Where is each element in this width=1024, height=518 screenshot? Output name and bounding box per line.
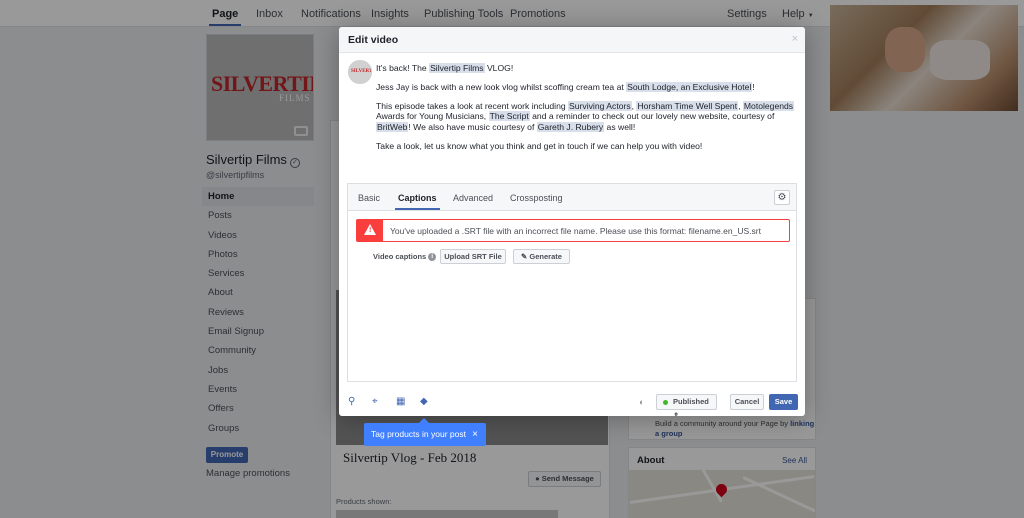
mention-tag[interactable]: Horsham Time Well Spent — [636, 100, 739, 111]
mention-tag[interactable]: The Script — [488, 111, 530, 122]
generate-button[interactable]: ✎ Generate — [513, 249, 570, 264]
save-button[interactable]: Save — [769, 394, 798, 410]
mention-tag[interactable]: BritWeb — [376, 122, 409, 133]
calendar-icon[interactable]: ▦ — [396, 396, 405, 407]
tab-crossposting[interactable]: Crossposting — [510, 193, 563, 203]
settings-tabs: Basic Captions Advanced Crossposting ⚙ — [348, 184, 796, 211]
shopping-bag-icon[interactable]: ◆ — [420, 396, 428, 407]
info-icon[interactable]: i — [428, 253, 437, 262]
cancel-button[interactable]: Cancel — [730, 394, 764, 410]
page-avatar: SILVERTIP — [348, 60, 372, 84]
tooltip-arrow — [419, 418, 429, 423]
gear-icon[interactable]: ⚙ — [774, 190, 790, 205]
mention-tag[interactable]: Motolegends — [742, 100, 795, 111]
publish-status-select[interactable]: Published ⇕ — [656, 394, 717, 416]
generate-label: Generate — [529, 252, 562, 261]
upload-srt-button[interactable]: Upload SRT File — [440, 249, 506, 264]
dialog-title: Edit video — [348, 34, 399, 46]
srt-error-banner: ! You've uploaded a .SRT file with an in… — [356, 219, 790, 242]
tab-advanced[interactable]: Advanced — [453, 193, 493, 203]
mention-tag[interactable]: South Lodge, an Exclusive Hotel — [626, 81, 753, 92]
post-text-editor[interactable]: It's back! The Silvertip Films VLOG! Jes… — [376, 63, 796, 160]
tooltip-text: Tag products in your post — [371, 429, 466, 439]
mention-tag[interactable]: Surviving Actors — [568, 100, 632, 111]
magic-wand-icon: ✎ — [521, 252, 528, 261]
post-paragraph: This episode takes a look at recent work… — [376, 100, 795, 133]
post-paragraph: It's back! The Silvertip Films VLOG! — [376, 63, 514, 73]
mention-tag[interactable]: Silvertip Films — [429, 63, 485, 73]
video-captions-label: Video captions i — [373, 252, 437, 262]
edit-video-dialog: Edit video × SILVERTIP It's back! The Si… — [339, 27, 805, 416]
publish-status-label: Published — [673, 397, 709, 406]
tag-products-tooltip: Tag products in your post × — [364, 418, 486, 446]
warning-icon: ! — [357, 220, 383, 241]
dialog-header: Edit video × — [339, 27, 805, 53]
error-message: You've uploaded a .SRT file with an inco… — [390, 226, 761, 236]
updown-caret-icon: ⇕ — [673, 411, 680, 416]
video-settings-panel: Basic Captions Advanced Crossposting ⚙ !… — [347, 183, 797, 382]
mention-tag[interactable]: Gareth J. Rubery — [536, 122, 605, 133]
post-paragraph: Jess Jay is back with a new look vlog wh… — [376, 81, 755, 92]
tab-captions[interactable]: Captions — [395, 193, 439, 210]
dialog-footer: ⚲ ⌖ ▦ ◆ ◐ Published ⇕ Cancel Save — [339, 389, 805, 416]
post-paragraph: Take a look, let us know what you think … — [376, 140, 703, 151]
tag-people-icon[interactable]: ⚲ — [348, 396, 355, 407]
tab-basic[interactable]: Basic — [358, 193, 380, 203]
location-pin-icon[interactable]: ⌖ — [372, 396, 378, 407]
close-icon[interactable]: × — [792, 33, 798, 45]
tooltip-close-icon[interactable]: × — [472, 423, 478, 446]
video-captions-text: Video captions — [373, 252, 427, 261]
avatar-logo-text: SILVERTIP — [351, 69, 372, 74]
schedule-clock-icon[interactable]: ◐ — [639, 397, 644, 407]
